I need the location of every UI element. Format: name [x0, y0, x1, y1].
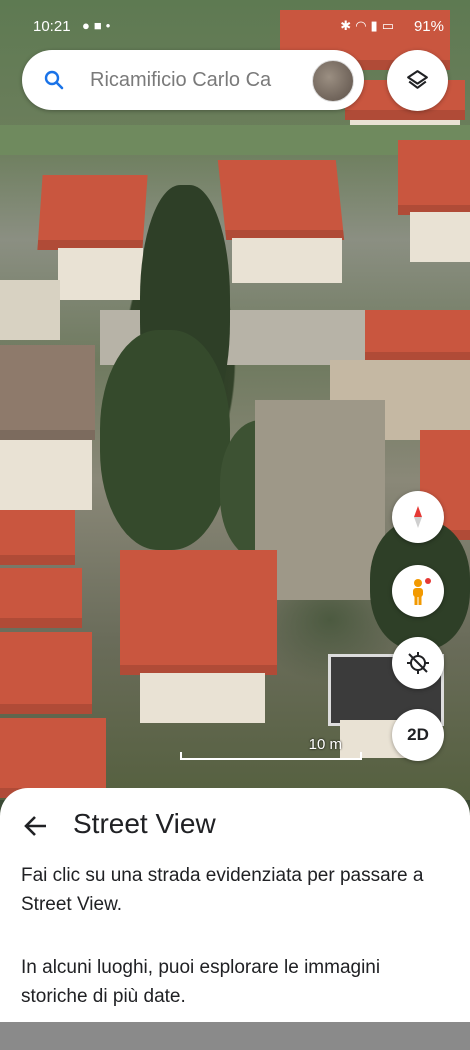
scale-label: 10 m: [308, 736, 342, 753]
signal-icon: ▮: [370, 18, 382, 33]
recenter-off-icon: [407, 652, 429, 674]
app-notification-icon: ■: [93, 18, 106, 33]
chat-icon: ●: [82, 18, 94, 33]
scale-bar: [180, 752, 362, 760]
building-roof: [365, 310, 470, 362]
avatar[interactable]: [312, 60, 354, 102]
building-wall: [410, 212, 470, 262]
system-navigation-bar: [0, 1022, 470, 1050]
battery-percentage: 91%: [413, 18, 444, 35]
bluetooth-icon: ✱: [340, 18, 356, 33]
building-wall: [58, 248, 143, 300]
system-icons: ✱◠▮▭: [340, 18, 398, 34]
building-wall: [0, 440, 92, 510]
recenter-button[interactable]: [392, 637, 444, 689]
building-roof: [0, 510, 75, 565]
sheet-paragraph-2: In alcuni luoghi, puoi esplorare le imma…: [21, 957, 381, 1007]
wifi-icon: ◠: [355, 18, 371, 33]
building-roof: [0, 568, 82, 628]
building-wall: [232, 238, 342, 283]
status-bar: 10:21 ●■• ✱◠▮▭ 91%: [0, 0, 470, 40]
dot-icon: •: [105, 18, 115, 33]
battery-icon: ▭: [381, 18, 398, 33]
yard: [0, 280, 60, 340]
back-button[interactable]: [22, 812, 50, 840]
compass-button[interactable]: [392, 491, 444, 543]
street-view-sheet: Street View Fai clic su una strada evide…: [0, 788, 470, 1022]
tree: [100, 330, 230, 550]
notification-icons: ●■•: [82, 18, 114, 33]
pegman-icon: [413, 578, 431, 605]
arrow-back-icon: [24, 816, 46, 836]
sheet-title: Street View: [73, 808, 216, 839]
building-roof: [120, 550, 277, 675]
compass-icon: [414, 506, 422, 528]
street-view-pegman-button[interactable]: [392, 565, 444, 617]
layers-button[interactable]: [387, 50, 448, 111]
sheet-paragraph-1: Fai clic su una strada evidenziata per p…: [21, 865, 424, 915]
layers-icon: [407, 70, 428, 89]
building-roof: [217, 160, 345, 240]
building-roof: [0, 632, 92, 714]
map-scale: 10 m: [180, 736, 362, 762]
search-input[interactable]: Ricamificio Carlo Ca: [90, 50, 322, 110]
search-icon[interactable]: [42, 68, 66, 92]
building-wall: [140, 673, 265, 723]
building-roof: [398, 140, 470, 215]
status-time: 10:21: [33, 18, 71, 35]
view-2d-button[interactable]: 2D: [392, 709, 444, 761]
search-bar[interactable]: Ricamificio Carlo Ca: [22, 50, 364, 110]
building-roof: [0, 345, 95, 440]
building-roof: [37, 175, 148, 250]
building-roof: [0, 718, 106, 798]
